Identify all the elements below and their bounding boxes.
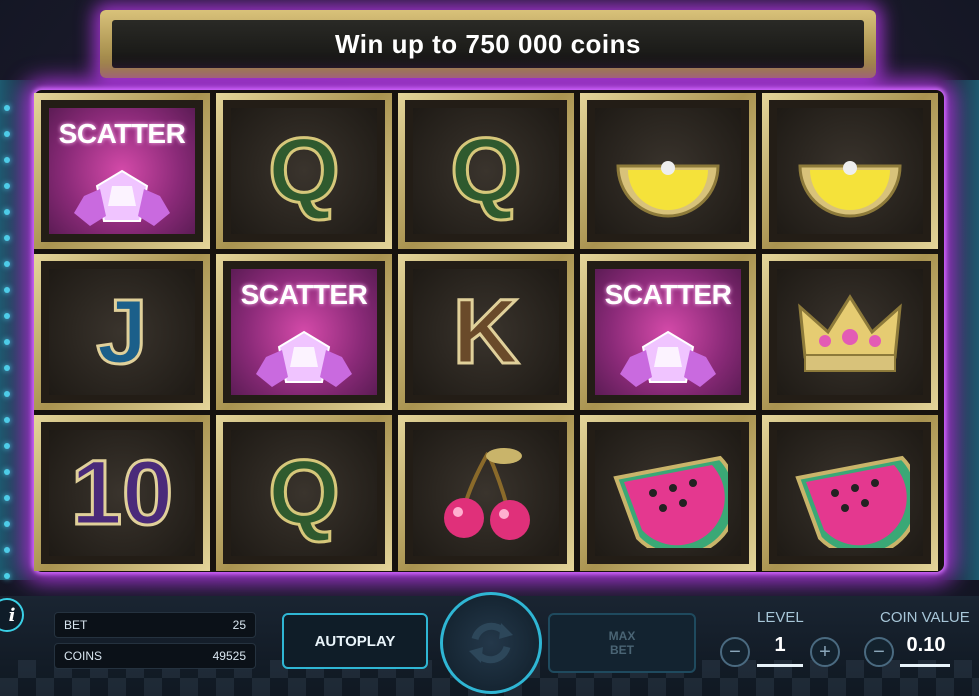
reel-cell: SCATTER xyxy=(216,254,392,410)
reel-cell-inner xyxy=(587,100,749,242)
symbol-j: J xyxy=(95,281,149,383)
reel-cell-inner xyxy=(587,422,749,564)
max-bet-line1: MAX xyxy=(608,629,636,643)
reel-cell xyxy=(762,93,938,249)
reel-cell xyxy=(398,415,574,571)
lemon-icon xyxy=(616,161,720,218)
reel-cell-inner: Q xyxy=(223,422,385,564)
level-minus-button[interactable]: − xyxy=(720,637,750,667)
reel-cell xyxy=(762,415,938,571)
reel-cell-inner: Q xyxy=(405,100,567,242)
reel-cell-inner: K xyxy=(405,261,567,403)
coin-value-label: COIN VALUE xyxy=(880,609,970,626)
reel-cell: 10 xyxy=(34,415,210,571)
level-plus-button[interactable]: + xyxy=(810,637,840,667)
scatter-label: SCATTER xyxy=(604,279,732,310)
coins-value: 49525 xyxy=(212,649,246,663)
reel-cell-inner xyxy=(405,422,567,564)
symbol-k: K xyxy=(451,281,520,383)
bet-value: 25 xyxy=(232,618,246,632)
spin-arrows-icon xyxy=(469,622,513,664)
symbol-q: Q xyxy=(449,120,524,222)
cherry-icon xyxy=(444,448,530,540)
coin-value-underline xyxy=(900,664,950,667)
coin-value-value: 0.10 xyxy=(906,634,946,656)
reel-cell-inner: 10 xyxy=(41,422,203,564)
spin-button[interactable] xyxy=(440,592,542,694)
bet-panel: BET 25 xyxy=(54,612,256,638)
win-banner: Win up to 750 000 coins xyxy=(100,10,876,78)
right-neon-glow xyxy=(939,80,979,580)
reel-cell: SCATTER xyxy=(34,93,210,249)
coin-value-minus-button[interactable]: − xyxy=(864,637,894,667)
reel-cell-inner xyxy=(769,100,931,242)
max-bet-button[interactable]: MAX BET xyxy=(548,613,696,673)
left-light-dots xyxy=(4,105,10,579)
reel-cell xyxy=(580,93,756,249)
reel-cell: K xyxy=(398,254,574,410)
bet-label: BET xyxy=(64,618,88,632)
reel-cell: Q xyxy=(216,415,392,571)
reel-cell xyxy=(762,254,938,410)
reel-cell: Q xyxy=(216,93,392,249)
autoplay-button[interactable]: AUTOPLAY xyxy=(282,613,428,669)
watermelon-icon xyxy=(795,455,910,548)
reel-cell-inner xyxy=(769,261,931,403)
scatter-label: SCATTER xyxy=(240,279,368,310)
reel-cell xyxy=(580,415,756,571)
reel-cell-inner xyxy=(769,422,931,564)
reel-cell: SCATTER xyxy=(580,254,756,410)
level-label: LEVEL xyxy=(757,609,804,626)
reel-cell-inner: SCATTER xyxy=(41,100,203,242)
reel-cell-inner: Q xyxy=(223,100,385,242)
max-bet-line2: BET xyxy=(610,643,634,657)
coins-panel: COINS 49525 xyxy=(54,643,256,669)
reel-cell-inner: SCATTER xyxy=(587,261,749,403)
reel-cell-inner: SCATTER xyxy=(223,261,385,403)
win-banner-text: Win up to 750 000 coins xyxy=(112,20,864,68)
coins-label: COINS xyxy=(64,649,103,663)
symbol-q: Q xyxy=(267,120,342,222)
lemon-icon xyxy=(798,161,902,218)
crown-icon xyxy=(798,294,902,372)
scatter-label: SCATTER xyxy=(58,118,186,149)
watermelon-icon xyxy=(613,455,728,548)
reel-cell: Q xyxy=(398,93,574,249)
reel-cell-inner: J xyxy=(41,261,203,403)
level-underline xyxy=(757,664,803,667)
level-value: 1 xyxy=(774,634,786,656)
reel-cell: J xyxy=(34,254,210,410)
symbol-q: Q xyxy=(267,442,342,544)
reel-grid: SCATTER Q Q J SCATTER K SCATTER 10 Q xyxy=(34,90,944,572)
symbol-ten: 10 xyxy=(69,442,174,544)
